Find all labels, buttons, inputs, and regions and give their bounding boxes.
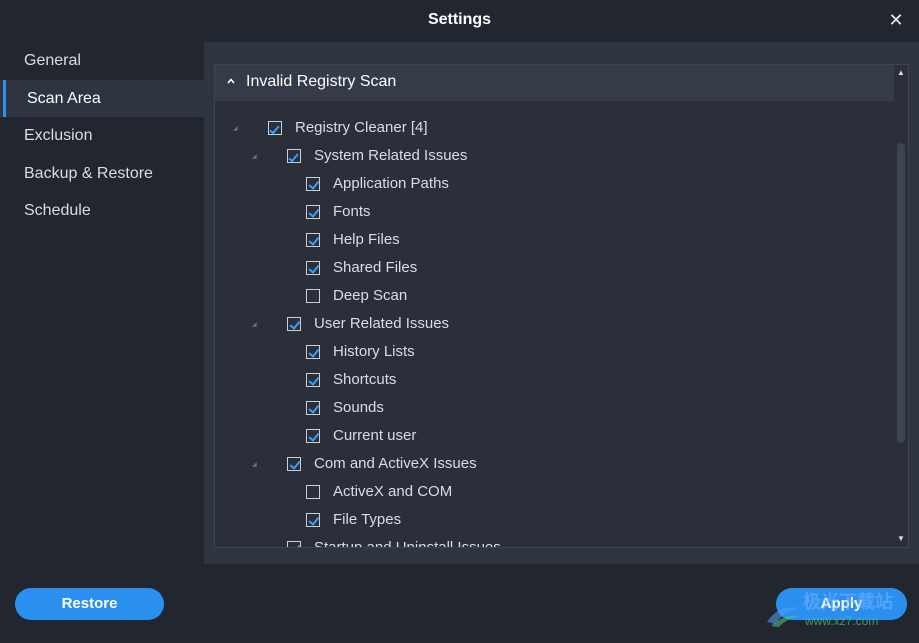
tree-leaf[interactable]: Deep Scan (215, 283, 775, 311)
tree-label: Application Paths (333, 175, 449, 192)
sidebar: General Scan Area Exclusion Backup & Res… (0, 42, 204, 564)
checkbox-shortcuts[interactable] (306, 373, 320, 387)
section-title: Invalid Registry Scan (246, 73, 397, 90)
tree-label: Sounds (333, 399, 384, 416)
tree-node[interactable]: ◢ Registry Cleaner [4] (215, 115, 775, 143)
tree-leaf[interactable]: File Types (215, 507, 775, 535)
tree-leaf[interactable]: Help Files (215, 227, 775, 255)
sidebar-item-general[interactable]: General (0, 42, 204, 80)
tree-leaf[interactable]: History Lists (215, 339, 775, 367)
expand-arrow-icon[interactable]: ◢ (252, 154, 257, 160)
checkbox-registry-cleaner[interactable] (268, 121, 282, 135)
checkbox-fonts[interactable] (306, 205, 320, 219)
tree-label: Shared Files (333, 259, 418, 276)
sidebar-item-scan-area[interactable]: Scan Area (0, 79, 204, 117)
checkbox-deep-scan[interactable] (306, 289, 320, 303)
scrollbar-thumb[interactable] (897, 143, 905, 443)
tree-node[interactable]: ◢ User Related Issues (215, 311, 775, 339)
checkbox-application-paths[interactable] (306, 177, 320, 191)
tree-node[interactable]: ◢ System Related Issues (215, 143, 775, 171)
tree-label: Fonts (333, 203, 371, 220)
checkbox-sounds[interactable] (306, 401, 320, 415)
expand-arrow-icon[interactable]: ◢ (233, 126, 238, 132)
tree-leaf[interactable]: Application Paths (215, 171, 775, 199)
tree-leaf[interactable]: Current user (215, 423, 775, 451)
tree-label: User Related Issues (314, 315, 450, 332)
checkbox-shared-files[interactable] (306, 261, 320, 275)
tree-label: ActiveX and COM (333, 483, 453, 500)
checkbox-system-related[interactable] (287, 149, 301, 163)
checkbox-com-activex[interactable] (287, 457, 301, 471)
main-content: Invalid Registry Scan ◢ Registry Cleaner… (204, 42, 919, 564)
tree-leaf[interactable]: Sounds (215, 395, 775, 423)
checkbox-history-lists[interactable] (306, 345, 320, 359)
tree-label: Shortcuts (333, 371, 397, 388)
tree-label: Startup and Uninstall Issues (314, 539, 501, 548)
window-title: Settings (427, 11, 492, 28)
tree-label: Com and ActiveX Issues (314, 455, 477, 472)
checkbox-current-user[interactable] (306, 429, 320, 443)
tree-label: Deep Scan (333, 287, 408, 304)
title-bar: Settings ✕ (0, 0, 919, 42)
scroll-up-icon[interactable]: ▲ (897, 69, 905, 77)
tree-leaf[interactable]: Fonts (215, 199, 775, 227)
checkbox-user-related[interactable] (287, 317, 301, 331)
section-header[interactable]: Invalid Registry Scan (215, 65, 895, 101)
scan-area-panel: Invalid Registry Scan ◢ Registry Cleaner… (214, 64, 909, 548)
restore-button[interactable]: Restore (15, 588, 164, 620)
tree-label: File Types (333, 511, 402, 528)
footer: Restore Apply 极光下载站 www.xz7.com (0, 564, 919, 643)
chevron-up-icon[interactable] (227, 77, 235, 85)
expand-arrow-icon[interactable]: ◢ (252, 322, 257, 328)
tree-label: Registry Cleaner [4] (295, 119, 428, 136)
tree-label: History Lists (333, 343, 415, 360)
checkbox-file-types[interactable] (306, 513, 320, 527)
vertical-scrollbar[interactable]: ▲ ▼ (894, 65, 908, 547)
tree-label: Help Files (333, 231, 400, 248)
close-icon[interactable]: ✕ (885, 9, 907, 31)
tree-leaf[interactable]: ActiveX and COM (215, 479, 775, 507)
scroll-down-icon[interactable]: ▼ (897, 535, 905, 543)
expand-arrow-icon[interactable]: ◢ (252, 462, 257, 468)
checkbox-startup-uninstall[interactable] (287, 541, 301, 547)
tree-leaf[interactable]: Shared Files (215, 255, 775, 283)
checkbox-activex-com[interactable] (306, 485, 320, 499)
sidebar-item-schedule[interactable]: Schedule (0, 192, 204, 230)
sidebar-item-exclusion[interactable]: Exclusion (0, 117, 204, 155)
apply-button[interactable]: Apply (776, 588, 907, 620)
tree-label: System Related Issues (314, 147, 468, 164)
tree-node[interactable]: Startup and Uninstall Issues (215, 535, 775, 548)
tree-label: Current user (333, 427, 417, 444)
checkbox-help-files[interactable] (306, 233, 320, 247)
sidebar-item-backup-restore[interactable]: Backup & Restore (0, 155, 204, 193)
tree-leaf[interactable]: Shortcuts (215, 367, 775, 395)
tree-node[interactable]: ◢ Com and ActiveX Issues (215, 451, 775, 479)
